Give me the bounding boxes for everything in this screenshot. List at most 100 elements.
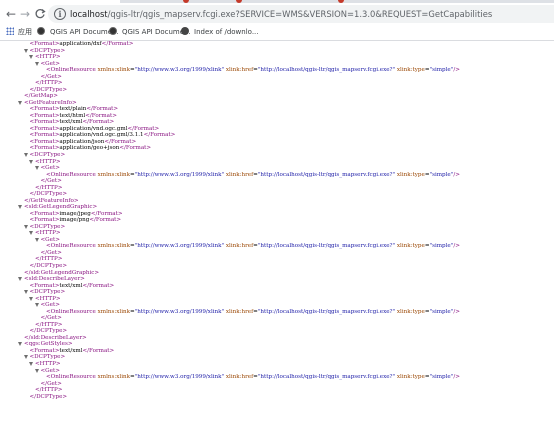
xml-line: </HTTP> (35, 80, 62, 87)
bookmark-qgis-api-2[interactable]: QGIS API Docume... (109, 26, 191, 39)
format-value: text/plain (59, 106, 87, 113)
address-bar[interactable]: i localhost/qgis-ltr/qgis_mapserv.fcgi.e… (48, 5, 554, 23)
xml-tag: </DCPType> (29, 86, 68, 93)
xml-line: <Get> (34, 302, 60, 309)
qgis-favicon-icon (37, 27, 45, 35)
xml-line: </HTTP> (35, 185, 62, 192)
xml-tag: </HTTP> (35, 256, 63, 263)
bookmark-apps[interactable]: 应用 (6, 26, 32, 39)
collapse-triangle-icon[interactable] (29, 296, 33, 301)
format-open-tag: <Format> (29, 132, 60, 139)
xml-line: <sld:GetLegendGraphic> (18, 204, 97, 211)
tag-end: /> (453, 374, 460, 381)
collapse-triangle-icon[interactable] (34, 303, 39, 308)
collapse-triangle-icon[interactable] (18, 100, 22, 105)
format-close-tag: </Format> (127, 125, 160, 132)
online-resource-tag: <OnlineResource (46, 171, 96, 178)
attr-name: xmlns:xlink (97, 67, 130, 74)
collapse-triangle-icon[interactable] (34, 61, 39, 66)
xml-line: <Get> (34, 368, 60, 375)
xml-line: <GetFeatureInfo> (18, 99, 77, 107)
xml-tag: <DCPType> (29, 152, 66, 158)
attr-value: "http://localhost/qgis-ltr/qgis_mapserv.… (257, 243, 396, 250)
xml-tag: </HTTP> (35, 387, 63, 394)
collapse-triangle-icon[interactable] (34, 166, 39, 171)
tag-end: /> (453, 67, 460, 74)
collapse-triangle-icon[interactable] (23, 48, 28, 53)
xml-tag: <DCPType> (29, 289, 66, 296)
bookmark-index-download[interactable]: Index of /downlo... (181, 26, 259, 39)
attr-value: "http://www.w3.org/1999/xlink" (134, 374, 225, 381)
format-close-tag: </Format> (104, 138, 137, 145)
collapse-triangle-icon[interactable] (29, 159, 33, 164)
collapse-triangle-icon[interactable] (18, 205, 22, 210)
format-close-tag: </Format> (82, 119, 115, 126)
collapse-triangle-icon[interactable] (18, 277, 22, 282)
collapse-triangle-icon[interactable] (23, 355, 28, 360)
xml-line: </Get> (41, 250, 62, 257)
bookmark-label: 应用 (18, 28, 32, 36)
collapse-triangle-icon[interactable] (23, 290, 28, 295)
format-open-tag: <Format> (29, 106, 60, 113)
collapse-triangle-icon[interactable] (29, 55, 33, 60)
xml-tag: <HTTP> (35, 158, 61, 165)
xml-line: </Get> (41, 178, 62, 185)
xml-line: </HTTP> (35, 256, 62, 263)
site-info-icon[interactable]: i (54, 8, 66, 20)
xml-line: </DCPType> (30, 263, 68, 270)
browser-toolbar: ← → i localhost/qgis-ltr/qgis_mapserv.fc… (0, 3, 554, 25)
url-text[interactable]: localhost/qgis-ltr/qgis_mapserv.fcgi.exe… (70, 7, 492, 21)
format-open-tag: <Format> (29, 112, 60, 119)
attr-value: "http://localhost/qgis-ltr/qgis_mapserv.… (257, 67, 396, 74)
attr-value: "simple" (429, 171, 454, 178)
format-close-tag: </Format> (85, 112, 117, 119)
collapse-triangle-icon[interactable] (18, 342, 22, 347)
xml-line: <Get> (34, 165, 60, 172)
xml-line: <Format>application/json</Format> (30, 139, 137, 146)
xml-tag: </DCPType> (29, 328, 68, 335)
format-value: application/dxf (59, 41, 102, 47)
xml-line: <OnlineResource xmlns:xlink="http://www.… (46, 67, 460, 74)
format-open-tag: <Format> (29, 145, 60, 152)
collapse-triangle-icon[interactable] (23, 153, 28, 157)
format-value: application/vnd.ogc.gml/3.1.1 (59, 132, 144, 139)
attr-value: "http://localhost/qgis-ltr/qgis_mapserv.… (257, 374, 396, 381)
xml-tag: </HTTP> (35, 80, 63, 87)
collapse-triangle-icon[interactable] (34, 368, 39, 373)
collapse-triangle-icon[interactable] (23, 224, 28, 229)
attr-name: xmlns:xlink (97, 374, 130, 381)
bookmark-qgis-api-1[interactable]: QGIS API Docume... (37, 26, 119, 39)
collapse-triangle-icon[interactable] (34, 237, 39, 242)
xml-line: <Format>application/dxf</Format> (30, 41, 134, 48)
xml-tag: <HTTP> (35, 295, 61, 302)
xml-line: <Format>text/xml</Format> (30, 283, 115, 290)
xml-line: </Get> (41, 381, 62, 388)
collapse-triangle-icon[interactable] (29, 361, 33, 366)
xml-line: </DCPType> (30, 87, 68, 94)
xml-tag: <Get> (40, 165, 60, 172)
attr-name: xlink:type (396, 67, 425, 74)
xml-line: </GetMap> (24, 93, 58, 100)
xml-tag: <Get> (40, 236, 60, 243)
xml-tag: </Get> (40, 380, 62, 387)
xml-line: <OnlineResource xmlns:xlink="http://www.… (46, 172, 460, 179)
format-open-tag: <Format> (29, 217, 60, 224)
collapse-triangle-icon[interactable] (29, 231, 33, 236)
format-close-tag: </Format> (82, 347, 115, 354)
reload-icon[interactable] (33, 7, 47, 21)
back-arrow-icon[interactable]: ← (4, 7, 18, 21)
xml-tree-viewer: <Format>application/dxf</Format> <DCPType… (0, 41, 554, 424)
format-open-tag: <Format> (29, 347, 60, 354)
xml-tag: <GetFeatureInfo> (24, 99, 77, 106)
xml-line: </DCPType> (30, 394, 68, 401)
attr-value: "http://www.w3.org/1999/xlink" (134, 67, 225, 74)
forward-arrow-icon[interactable]: → (18, 7, 32, 21)
format-value: application/json (59, 138, 105, 145)
xml-line: <DCPType> (23, 224, 65, 231)
format-close-tag: </Format> (90, 210, 123, 217)
attr-name: xlink:href (225, 374, 254, 381)
xml-line: <DCPType> (23, 152, 66, 159)
xml-line: <DCPType> (23, 289, 66, 296)
xml-tag: <sld:DescribeLayer> (24, 276, 85, 283)
xml-line: <OnlineResource xmlns:xlink="http://www.… (46, 374, 460, 381)
